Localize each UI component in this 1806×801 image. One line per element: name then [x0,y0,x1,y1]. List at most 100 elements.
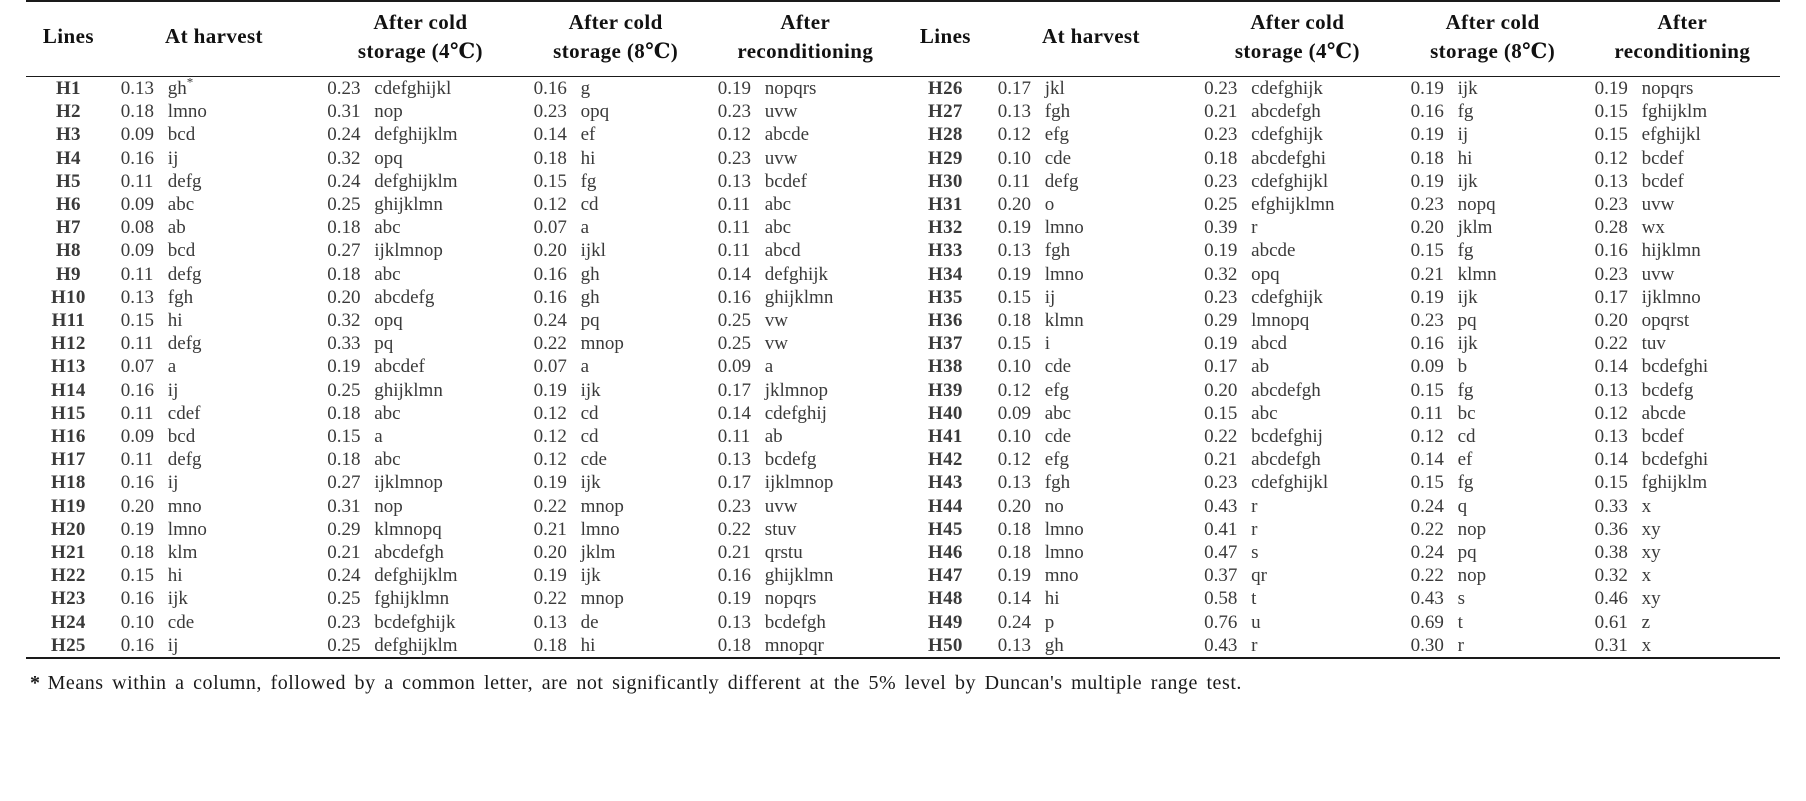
duncan-group-letters: g [580,77,591,99]
value-group: 0.21 klmn [1405,263,1497,286]
value-group: 0.23 cdefghijk [1198,77,1323,100]
cell-reconditioning-b: 0.12 bcdef [1585,147,1780,170]
mean-value: 0.09 [120,124,155,146]
cell-reconditioning-a: 0.11 abc [708,216,903,239]
mean-value: 0.32 [1594,565,1628,587]
value-group: 0.29 klmnopq [321,518,442,541]
mean-value: 0.23 [1594,193,1628,215]
value-group: 0.12 cde [528,448,607,471]
mean-value: 0.14 [1410,449,1444,471]
value-group: 0.20 jklm [1405,216,1493,239]
mean-value: 0.19 [717,588,751,610]
mean-value: 0.12 [533,425,567,447]
value-group: 0.20 abcdefgh [1198,379,1321,402]
cell-cold-storage-4c-a: 0.25 defghijklm [317,634,523,658]
duncan-group-letters: xy [1641,542,1661,563]
header-after-cold-storage-4c-b: After cold storage (4℃) [1194,1,1400,76]
duncan-group-letters: jklmnop [764,379,829,401]
duncan-group-letters: mnop [580,333,624,355]
value-group: 0.19 nopqrs [712,77,817,100]
value-group: 0.11 defg [992,170,1079,193]
duncan-group-letters: jklm [1457,217,1493,239]
duncan-group-letters: s [1457,588,1465,610]
mean-value: 0.27 [327,240,361,262]
duncan-group-letters: vw [764,333,788,355]
mean-value: 0.13 [1594,425,1628,447]
mean-value: 0.12 [533,449,567,471]
cell-lines-b: H26 [928,77,963,99]
cell-reconditioning-a: 0.22 stuv [708,518,903,541]
value-group: 0.12 cd [528,193,599,216]
cell-lines-a: H15 [51,402,86,424]
mean-value: 0.11 [1410,402,1444,424]
mean-value: 0.29 [327,518,361,540]
value-group: 0.12 bcdef [1589,147,1684,170]
duncan-group-letters: lmno [580,518,620,540]
cell-cold-storage-8c-a: 0.21 lmno [524,518,708,541]
duncan-group-letters: uvw [764,101,798,123]
value-group: 0.43 r [1198,495,1257,518]
mean-value: 0.15 [1410,379,1444,401]
cell-cold-storage-4c-a: 0.19 abcdef [317,355,523,378]
value-group: 0.10 cde [992,147,1071,170]
cell-lines-b: H43 [928,472,963,494]
table-row: H5 0.11 defg 0.24 defghijklm 0.15 fg 0.13 bcdef H… [26,170,1780,193]
mean-value: 0.58 [1204,588,1238,610]
mean-value: 0.11 [997,170,1031,192]
mean-value: 0.08 [120,217,155,239]
value-group: 0.32 opq [1198,263,1280,286]
value-group: 0.19 abcd [1198,332,1287,355]
value-group: 0.25 fghijklmn [321,587,449,610]
value-group: 0.23 uvw [712,495,798,518]
cell-reconditioning-b: 0.31 x [1585,634,1780,658]
header-after-cold-storage-8c-b: After cold storage (8℃) [1401,1,1585,76]
mean-value: 0.16 [717,565,751,587]
mean-value: 0.32 [327,309,361,331]
mean-value: 0.14 [533,124,567,146]
value-group: 0.18 lmno [992,541,1084,564]
cell-at-harvest-a: 0.11 defg [111,263,317,286]
mean-value: 0.23 [1594,263,1628,285]
value-group: 0.14 hi [992,587,1060,610]
cell-at-harvest-b: 0.11 defg [988,170,1194,193]
value-group: 0.19 ijk [528,471,601,494]
cell-lines-b: H42 [928,449,963,471]
mean-value: 0.12 [533,193,567,215]
cell-cold-storage-8c-b: 0.15 fg [1401,239,1585,262]
cell-lines-b: H35 [928,286,963,308]
duncan-group-letters: qrstu [764,542,803,563]
duncan-group-letters: bcdefghijk [374,611,456,633]
cell-cold-storage-4c-b: 0.47 s [1194,541,1400,564]
value-group: 0.12 efg [992,123,1069,146]
table-row: H15 0.11 cdef 0.18 abc 0.12 cd 0.14 cdefghij H40 0… [26,402,1780,425]
duncan-group-letters: abcdef [374,356,425,378]
value-group: 0.25 defghijklm [321,634,457,657]
duncan-group-letters: t [1457,611,1463,633]
value-group: 0.18 mnopqr [712,634,824,657]
table-row: H17 0.11 defg 0.18 abc 0.12 cde 0.13 bcdefg H42 0.… [26,448,1780,471]
cell-cold-storage-8c-a: 0.12 cd [524,425,708,448]
cell-reconditioning-a: 0.13 bcdefg [708,448,903,471]
duncan-group-letters: lmnopq [1251,309,1310,331]
value-group: 0.15 hi [115,309,183,332]
value-group: 0.24 q [1405,495,1468,518]
cell-lines-a: H1 [55,77,81,99]
cell-at-harvest-b: 0.09 abc [988,402,1194,425]
mean-value: 0.19 [1204,240,1238,262]
cell-cold-storage-4c-b: 0.21 abcdefgh [1194,100,1400,123]
value-group: 0.19 ijk [1405,170,1478,193]
duncan-group-letters: bc [1457,402,1476,424]
mean-value: 0.12 [1594,147,1628,169]
value-group: 0.11 defg [115,170,202,193]
header-line-1: After cold [1250,10,1345,34]
mean-value: 0.16 [120,147,155,169]
cell-lines-a: H17 [51,449,86,471]
cell-lines-b: H32 [928,217,963,239]
duncan-group-letters: i [1044,333,1051,355]
value-group: 0.25 ghijklmn [321,193,443,216]
duncan-group-letters: cde [1044,356,1072,378]
cell-lines-b: H45 [928,518,963,540]
duncan-group-letters: bcdefghi [1641,356,1709,378]
mean-value: 0.16 [120,634,155,656]
duncan-group-letters: nopqrs [1641,77,1694,99]
